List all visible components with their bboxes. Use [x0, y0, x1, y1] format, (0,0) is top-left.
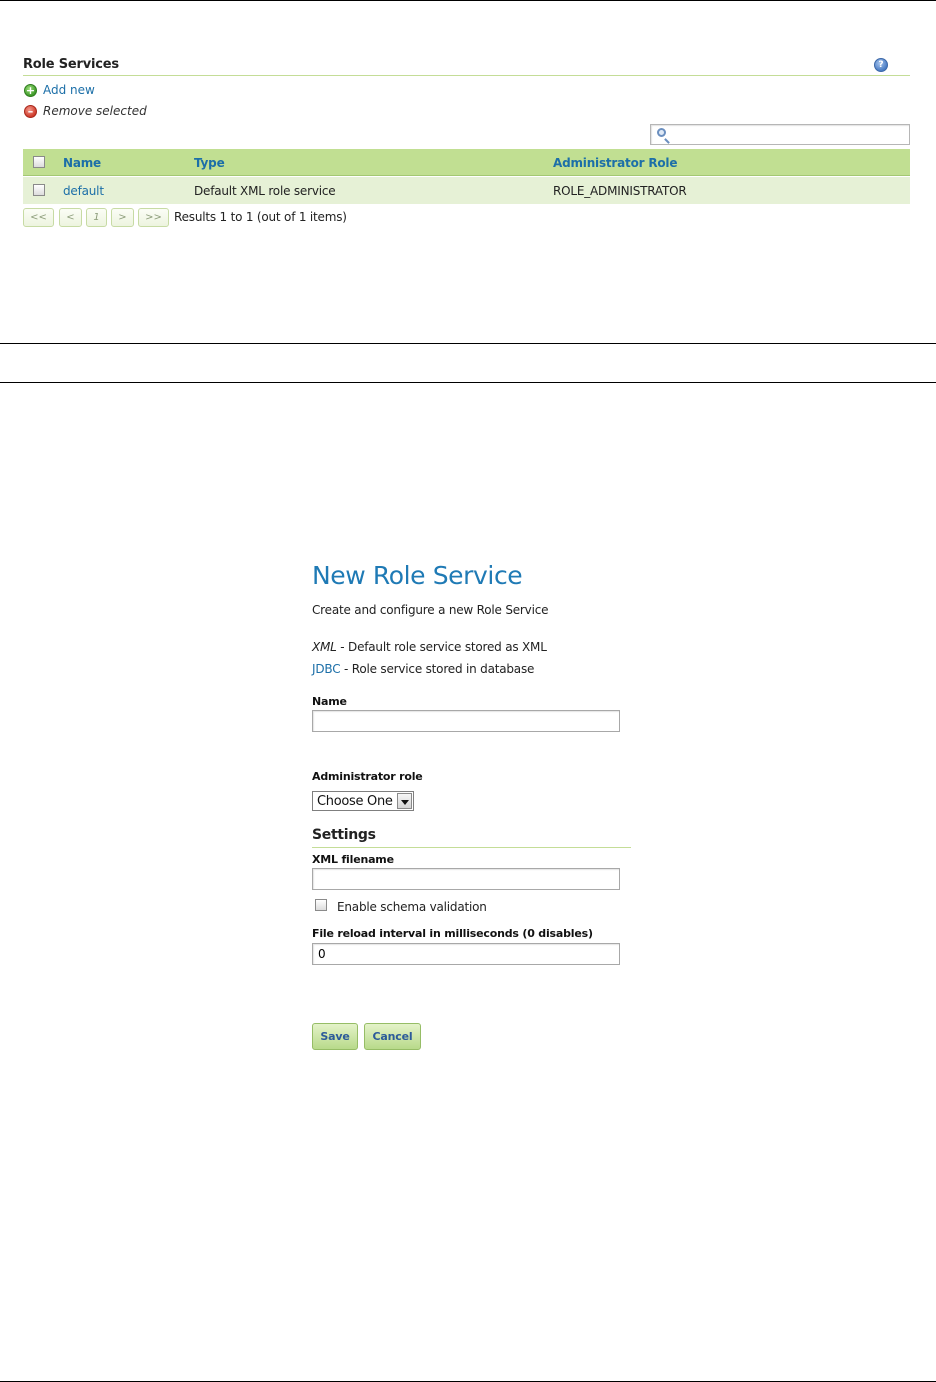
xml-filename-input[interactable] — [312, 868, 620, 890]
reload-interval-input[interactable] — [312, 943, 620, 965]
xml-filename-label: XML filename — [312, 853, 394, 866]
cancel-button[interactable]: Cancel — [364, 1023, 421, 1050]
admin-role-select[interactable]: Choose One — [312, 791, 414, 811]
save-button[interactable]: Save — [312, 1023, 358, 1050]
row-admin-role: ROLE_ADMINISTRATOR — [553, 184, 687, 198]
page-description: Create and configure a new Role Service — [312, 603, 549, 617]
section-divider-top — [0, 343, 936, 344]
search-input[interactable] — [673, 127, 905, 142]
reload-interval-label: File reload interval in milliseconds (0 … — [312, 927, 593, 940]
schema-validation-label: Enable schema validation — [337, 900, 487, 914]
row-checkbox[interactable] — [33, 184, 45, 196]
option-jdbc: JDBC - Role service stored in database — [312, 662, 534, 676]
column-header-name[interactable]: Name — [63, 156, 101, 170]
select-all-checkbox[interactable] — [33, 156, 45, 168]
pager-prev-button[interactable]: < — [59, 208, 82, 227]
top-divider — [0, 0, 936, 1]
settings-title: Settings — [312, 827, 376, 843]
admin-role-selected: Choose One — [317, 794, 393, 809]
pager-first-button[interactable]: << — [23, 208, 54, 227]
table-row: default Default XML role service ROLE_AD… — [23, 177, 910, 204]
column-header-type[interactable]: Type — [194, 156, 225, 170]
remove-selected-link[interactable]: – Remove selected — [24, 103, 147, 119]
remove-icon: – — [24, 104, 37, 118]
name-input[interactable] — [312, 710, 620, 732]
option-jdbc-link[interactable]: JDBC — [312, 662, 341, 676]
role-services-title: Role Services — [23, 57, 119, 72]
option-xml-desc: - Default role service stored as XML — [336, 640, 547, 654]
add-new-link[interactable]: + Add new — [24, 82, 95, 98]
schema-validation-checkbox[interactable] — [315, 899, 327, 911]
title-divider — [23, 75, 910, 76]
pager-results-text: Results 1 to 1 (out of 1 items) — [174, 210, 347, 224]
settings-divider — [312, 847, 631, 848]
section-divider-bottom — [0, 382, 936, 383]
add-icon: + — [24, 83, 37, 97]
search-field[interactable] — [650, 124, 910, 145]
row-type: Default XML role service — [194, 184, 336, 198]
pager-last-button[interactable]: >> — [138, 208, 169, 227]
table-header: Name Type Administrator Role — [23, 149, 910, 176]
option-xml-name[interactable]: XML — [312, 640, 337, 654]
search-icon — [657, 128, 666, 137]
option-jdbc-desc: - Role service stored in database — [340, 662, 535, 676]
row-name-link[interactable]: default — [63, 184, 104, 198]
page-title: New Role Service — [312, 561, 523, 590]
add-new-label[interactable]: Add new — [43, 83, 95, 97]
remove-selected-label[interactable]: Remove selected — [43, 104, 147, 118]
admin-role-label: Administrator role — [312, 770, 423, 783]
pager-page-button[interactable]: 1 — [86, 208, 107, 227]
name-label: Name — [312, 695, 347, 708]
pager-next-button[interactable]: > — [111, 208, 134, 227]
column-header-admin-role[interactable]: Administrator Role — [553, 156, 677, 170]
help-icon[interactable]: ? — [874, 58, 888, 72]
chevron-down-icon[interactable] — [397, 793, 412, 809]
option-xml: XML - Default role service stored as XML — [312, 640, 547, 654]
